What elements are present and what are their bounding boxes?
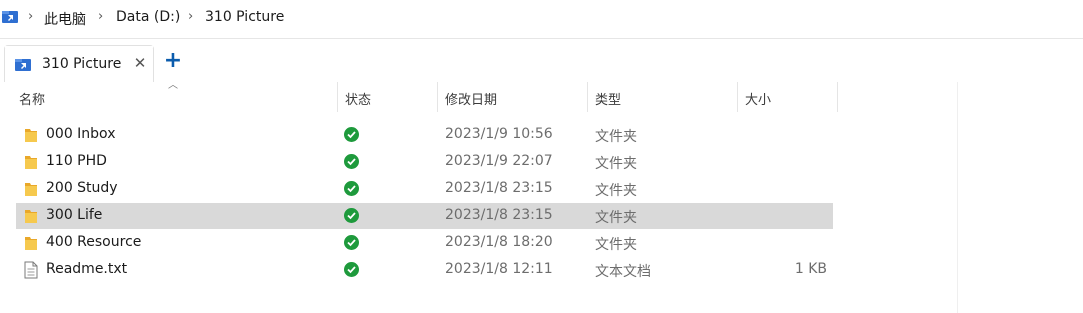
file-type: 文件夹 <box>595 210 637 226</box>
folder-icon <box>24 127 38 143</box>
modified-date: 2023/1/8 18:20 <box>445 234 553 250</box>
file-name: 200 Study <box>46 180 118 196</box>
tab-310-picture[interactable]: 310 Picture ✕ <box>4 45 154 82</box>
column-header-size[interactable]: 大小 <box>745 89 771 108</box>
breadcrumb-item-this-pc[interactable]: 此电脑 <box>44 9 86 29</box>
file-name: 000 Inbox <box>46 126 116 142</box>
column-header-status[interactable]: 状态 <box>345 89 371 108</box>
breadcrumb-item-drive[interactable]: Data (D:) <box>116 9 180 25</box>
modified-date: 2023/1/8 23:15 <box>445 180 553 196</box>
modified-date: 2023/1/8 12:11 <box>445 261 553 277</box>
add-tab-button[interactable]: + <box>163 50 183 72</box>
list-item[interactable]: 400 Resource 2023/1/8 18:20 文件夹 <box>16 230 833 256</box>
list-item[interactable]: 110 PHD 2023/1/9 22:07 文件夹 <box>16 149 833 175</box>
folder-pin-icon <box>15 57 31 71</box>
this-pc-icon[interactable] <box>2 10 18 24</box>
sync-ok-icon <box>344 208 359 223</box>
file-name: 300 Life <box>46 207 103 223</box>
chevron-right-icon[interactable]: › <box>28 10 38 23</box>
column-divider[interactable] <box>737 82 738 112</box>
tab-label: 310 Picture <box>42 56 122 72</box>
column-divider[interactable] <box>437 82 438 112</box>
column-header-row: 名称 状态 修改日期 类型 大小 <box>0 82 960 112</box>
sync-ok-icon <box>344 262 359 277</box>
file-name: 110 PHD <box>46 153 107 169</box>
modified-date: 2023/1/9 10:56 <box>445 126 553 142</box>
folder-icon <box>24 181 38 197</box>
address-breadcrumb: › 此电脑 › Data (D:) › 310 Picture <box>0 0 1083 36</box>
sync-ok-icon <box>344 181 359 196</box>
sync-ok-icon <box>344 154 359 169</box>
file-type: 文件夹 <box>595 237 637 253</box>
column-divider[interactable] <box>837 82 838 112</box>
sync-ok-icon <box>344 127 359 142</box>
file-type: 文件夹 <box>595 183 637 199</box>
list-item[interactable]: Readme.txt 2023/1/8 12:11 文本文档 1 KB <box>16 257 833 283</box>
chevron-right-icon[interactable]: › <box>98 10 108 23</box>
folder-icon <box>24 208 38 224</box>
list-item[interactable]: 000 Inbox 2023/1/9 10:56 文件夹 <box>16 122 833 148</box>
tab-strip: 310 Picture ✕ + <box>0 38 1083 82</box>
tab-accent <box>5 46 153 48</box>
folder-icon <box>24 235 38 251</box>
text-file-icon <box>24 261 38 279</box>
folder-icon <box>24 154 38 170</box>
modified-date: 2023/1/8 23:15 <box>445 207 553 223</box>
column-divider[interactable] <box>337 82 338 112</box>
close-icon[interactable]: ✕ <box>131 54 149 72</box>
column-header-type[interactable]: 类型 <box>595 89 621 108</box>
file-name: 400 Resource <box>46 234 142 250</box>
file-type: 文本文档 <box>595 264 651 280</box>
column-divider[interactable] <box>587 82 588 112</box>
file-name: Readme.txt <box>46 261 128 277</box>
column-header-name[interactable]: 名称 <box>19 89 45 108</box>
list-item-selected[interactable]: 300 Life 2023/1/8 23:15 文件夹 <box>16 203 833 229</box>
sync-ok-icon <box>344 235 359 250</box>
column-header-modified[interactable]: 修改日期 <box>445 89 497 108</box>
file-type: 文件夹 <box>595 156 637 172</box>
breadcrumb-item-folder[interactable]: 310 Picture <box>205 9 284 25</box>
modified-date: 2023/1/9 22:07 <box>445 153 553 169</box>
file-type: 文件夹 <box>595 129 637 145</box>
pane-divider <box>957 82 958 313</box>
chevron-right-icon[interactable]: › <box>188 10 198 23</box>
file-size: 1 KB <box>794 261 827 277</box>
list-item[interactable]: 200 Study 2023/1/8 23:15 文件夹 <box>16 176 833 202</box>
